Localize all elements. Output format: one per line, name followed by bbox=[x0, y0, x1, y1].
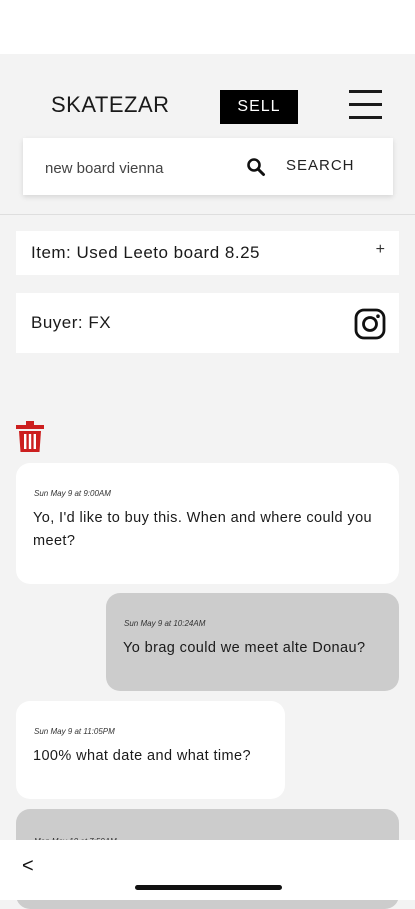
home-indicator[interactable] bbox=[135, 885, 282, 890]
message-text: Yo, I'd like to buy this. When and where… bbox=[33, 510, 373, 549]
message-timestamp: Sun May 9 at 11:05PM bbox=[34, 727, 115, 736]
sell-button[interactable]: SELL bbox=[220, 90, 298, 124]
message-bubble-outgoing: Sun May 9 at 10:24AM Yo brag could we me… bbox=[106, 593, 399, 691]
header: SKATEZAR SELL SEARCH bbox=[0, 54, 415, 215]
hamburger-menu-icon[interactable] bbox=[349, 90, 382, 120]
buyer-card: Buyer: FX bbox=[16, 293, 399, 353]
message-text: Yo brag could we meet alte Donau? bbox=[123, 640, 366, 656]
message-text: 100% what date and what time? bbox=[33, 748, 251, 764]
trash-icon[interactable] bbox=[16, 421, 44, 452]
expand-plus-icon[interactable]: + bbox=[376, 241, 385, 259]
search-bar: SEARCH bbox=[23, 138, 393, 195]
search-input[interactable] bbox=[45, 157, 235, 179]
message-bubble-incoming: Sun May 9 at 9:00AM Yo, I'd like to buy … bbox=[16, 463, 399, 584]
buyer-label: Buyer: FX bbox=[31, 313, 112, 332]
message-bubble-incoming: Sun May 9 at 11:05PM 100% what date and … bbox=[16, 701, 285, 799]
instagram-icon[interactable] bbox=[354, 308, 386, 340]
message-timestamp: Sun May 9 at 10:24AM bbox=[124, 619, 206, 628]
bottom-navigation-bar: < bbox=[0, 840, 415, 900]
status-bar bbox=[0, 0, 415, 54]
search-button[interactable]: SEARCH bbox=[286, 157, 355, 174]
search-icon[interactable] bbox=[246, 157, 266, 177]
item-card[interactable]: Item: Used Leeto board 8.25 + bbox=[16, 231, 399, 275]
message-timestamp: Sun May 9 at 9:00AM bbox=[34, 489, 111, 498]
brand-logo[interactable]: SKATEZAR bbox=[51, 92, 170, 118]
item-label: Item: Used Leeto board 8.25 bbox=[31, 243, 260, 262]
back-button[interactable]: < bbox=[22, 855, 34, 878]
